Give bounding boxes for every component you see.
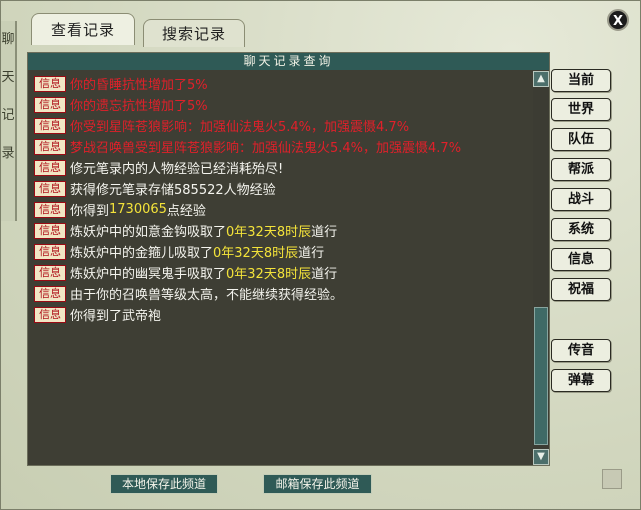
scroll-down-icon[interactable]: ▼ <box>533 449 549 465</box>
info-tag[interactable]: 信息 <box>34 243 66 260</box>
scroll-thumb[interactable] <box>534 307 548 445</box>
channel-button-voice[interactable]: 传音 <box>551 339 611 362</box>
decor-char: 记 <box>1 108 15 123</box>
message-text: 点经验 <box>166 204 206 219</box>
message-text: 道行 <box>311 225 338 240</box>
info-tag[interactable]: 信息 <box>34 75 66 92</box>
save-local-button[interactable]: 本地保存此频道 <box>110 474 218 494</box>
message-text: 0年32天8时辰 <box>213 246 299 261</box>
channel-button-team[interactable]: 队伍 <box>551 128 611 151</box>
chat-record-window: 聊 天 记 录 X 查看记录 搜索记录 聊天记录查询 信息 你的昏睡抗性增加了5%… <box>0 0 641 510</box>
list-item: 信息 你的遗忘抗性增加了5% <box>34 94 532 115</box>
message-text: 1730065 <box>109 202 167 217</box>
list-item: 信息 炼妖炉中的金箍儿吸取了 0年32天8时辰 道行 <box>34 241 532 262</box>
message-text: 梦战召唤兽受到星阵苍狼影响：加强仙法鬼火5.4%，加强震慑4.7% <box>70 141 462 156</box>
list-item: 信息 梦战召唤兽受到星阵苍狼影响：加强仙法鬼火5.4%，加强震慑4.7% <box>34 136 532 157</box>
panel-title: 聊天记录查询 <box>28 53 549 70</box>
decor-scroll-banner: 聊 天 记 录 <box>1 21 17 221</box>
message-text: 炼妖炉中的金箍儿吸取了 <box>70 246 214 261</box>
info-tag[interactable]: 信息 <box>34 285 66 302</box>
channel-button-system[interactable]: 系统 <box>551 218 611 241</box>
info-tag[interactable]: 信息 <box>34 159 66 176</box>
list-item: 信息 获得修元笔录存储585522人物经验 <box>34 178 532 199</box>
list-item: 信息 你受到星阵苍狼影响：加强仙法鬼火5.4%，加强震慑4.7% <box>34 115 532 136</box>
info-tag[interactable]: 信息 <box>34 222 66 239</box>
message-text: 你的遗忘抗性增加了5% <box>70 99 208 114</box>
decor-char: 聊 <box>1 32 15 47</box>
info-tag[interactable]: 信息 <box>34 117 66 134</box>
channel-button-world[interactable]: 世界 <box>551 98 611 121</box>
scrollbar[interactable]: ▲ ▼ <box>533 71 549 465</box>
list-item: 信息 修元笔录内的人物经验已经消耗殆尽! <box>34 157 532 178</box>
list-item: 信息 炼妖炉中的幽冥鬼手吸取了 0年32天8时辰 道行 <box>34 262 532 283</box>
channel-button-current[interactable]: 当前 <box>551 69 611 92</box>
decor-char: 录 <box>1 146 15 161</box>
channel-button-guild[interactable]: 帮派 <box>551 158 611 181</box>
channel-button-blessing[interactable]: 祝福 <box>551 278 611 301</box>
info-tag[interactable]: 信息 <box>34 180 66 197</box>
message-text: 获得修元笔录存储585522人物经验 <box>70 183 276 198</box>
message-text: 你得到了武帝袍 <box>70 309 162 324</box>
list-item: 信息 你得到 1730065 点经验 <box>34 199 532 220</box>
info-tag[interactable]: 信息 <box>34 201 66 218</box>
channel-button-danmaku[interactable]: 弹幕 <box>551 369 611 392</box>
message-text: 道行 <box>311 267 338 282</box>
list-item: 信息 你得到了武帝袍 <box>34 304 532 325</box>
message-text: 你受到星阵苍狼影响：加强仙法鬼火5.4%，加强震慑4.7% <box>70 120 410 135</box>
info-tag[interactable]: 信息 <box>34 264 66 281</box>
info-tag[interactable]: 信息 <box>34 138 66 155</box>
chat-log-panel: 聊天记录查询 信息 你的昏睡抗性增加了5% 信息 你的遗忘抗性增加了5% 信息 你受到星阵… <box>27 52 550 466</box>
decor-char: 天 <box>1 70 15 85</box>
info-tag[interactable]: 信息 <box>34 96 66 113</box>
chat-log-list: 信息 你的昏睡抗性增加了5% 信息 你的遗忘抗性增加了5% 信息 你受到星阵苍狼影响：加强… <box>34 73 532 325</box>
scroll-up-icon[interactable]: ▲ <box>533 71 549 87</box>
list-item: 信息 炼妖炉中的如意金钩吸取了 0年32天8时辰 道行 <box>34 220 532 241</box>
tab-search-records[interactable]: 搜索记录 <box>143 19 245 47</box>
channel-button-battle[interactable]: 战斗 <box>551 188 611 211</box>
message-text: 由于你的召唤兽等级太高，不能继续获得经验。 <box>70 288 344 303</box>
message-text: 0年32天8时辰 <box>226 225 312 240</box>
message-text: 炼妖炉中的幽冥鬼手吸取了 <box>70 267 227 282</box>
list-item: 信息 你的昏睡抗性增加了5% <box>34 73 532 94</box>
message-text: 炼妖炉中的如意金钩吸取了 <box>70 225 227 240</box>
list-item: 信息 由于你的召唤兽等级太高，不能继续获得经验。 <box>34 283 532 304</box>
message-text: 你的昏睡抗性增加了5% <box>70 78 208 93</box>
tab-view-records[interactable]: 查看记录 <box>31 13 135 45</box>
close-button[interactable]: X <box>607 9 629 31</box>
save-mail-button[interactable]: 邮箱保存此频道 <box>263 474 372 494</box>
info-tag[interactable]: 信息 <box>34 306 66 323</box>
message-text: 你得到 <box>70 204 110 219</box>
channel-button-info[interactable]: 信息 <box>551 248 611 271</box>
message-text: 修元笔录内的人物经验已经消耗殆尽! <box>70 162 284 177</box>
seal-icon <box>602 469 622 489</box>
message-text: 道行 <box>298 246 325 261</box>
message-text: 0年32天8时辰 <box>226 267 312 282</box>
